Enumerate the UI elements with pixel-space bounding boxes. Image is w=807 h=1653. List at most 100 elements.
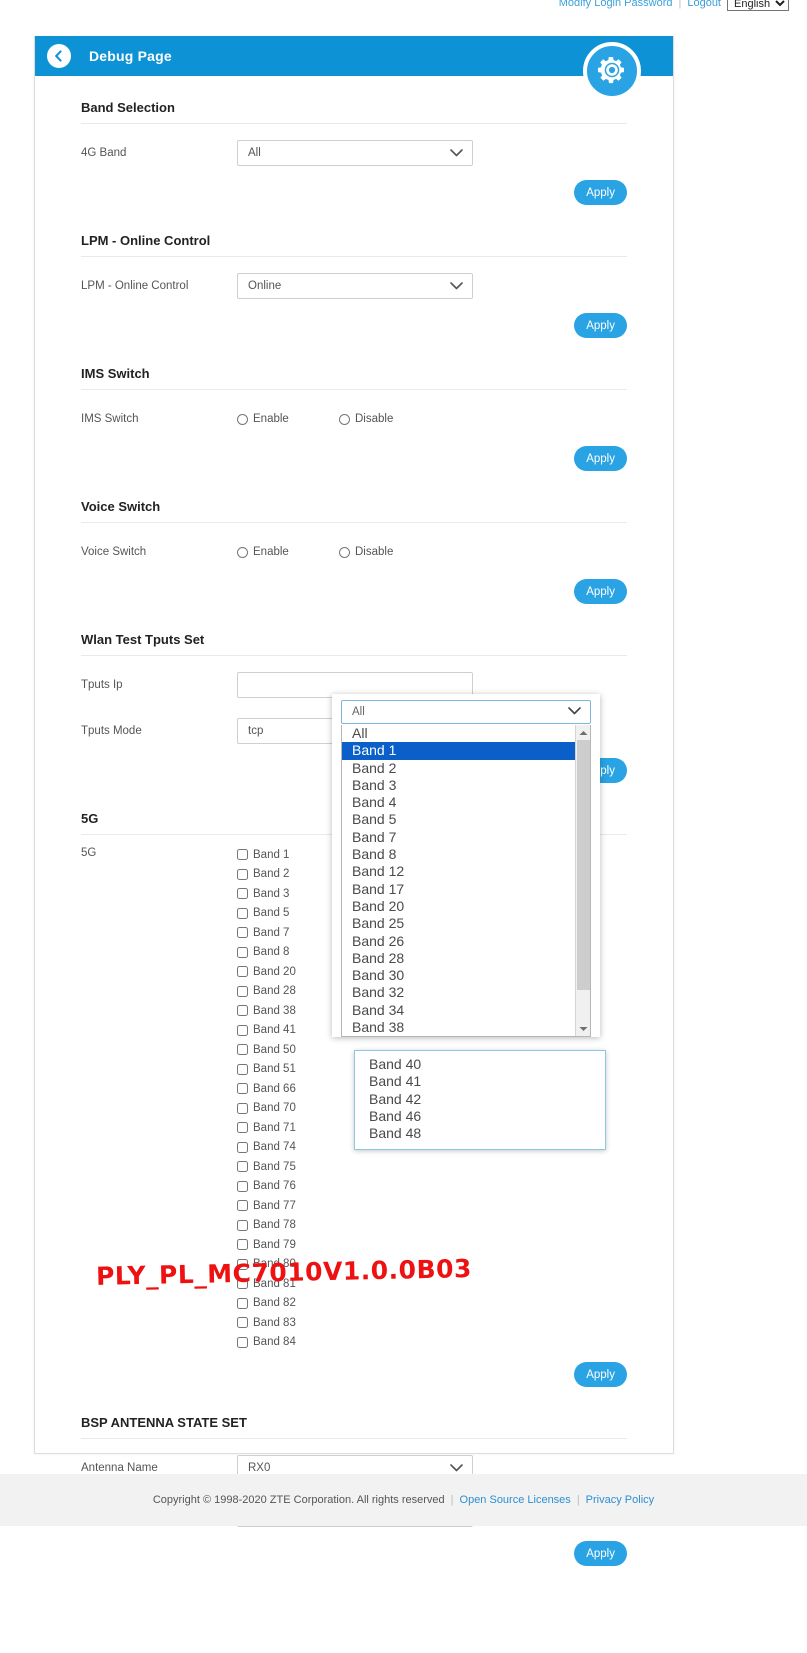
band-checkbox-item[interactable]: Band 78 [237,1216,296,1236]
logout-link[interactable]: Logout [687,0,721,9]
band-checkbox-item[interactable]: Band 74 [237,1138,296,1158]
secondary-dropdown-popup[interactable]: Band 40 Band 41 Band 42 Band 46 Band 48 [354,1050,606,1150]
dropdown-scrollbar[interactable] [575,725,590,1036]
apply-button-band-selection[interactable]: Apply [574,180,627,205]
secondary-dropdown-option[interactable]: Band 46 [355,1108,605,1125]
band-checkbox-item[interactable]: Band 20 [237,962,296,982]
dropdown-option[interactable]: Band 39 [342,1036,590,1037]
language-select[interactable]: English [727,0,789,11]
band-checkbox-item[interactable]: Band 71 [237,1118,296,1138]
dropdown-option[interactable]: Band 20 [342,898,590,915]
radio-ims-disable[interactable]: Disable [339,413,441,425]
dropdown-option[interactable]: All [342,725,590,742]
open-dropdown-popup[interactable]: All All Band 1 Band 2 Band 3 Band 4 Band 5 Ban… [332,694,600,1037]
band-checkbox-item[interactable]: Band 41 [237,1021,296,1041]
secondary-dropdown-option[interactable]: Band 41 [355,1073,605,1090]
radio-input-ims-enable[interactable] [237,413,248,425]
band-checkbox-input[interactable] [237,1297,248,1309]
band-checkbox-input[interactable] [237,1063,248,1075]
dropdown-option[interactable]: Band 34 [342,1002,590,1019]
band-checkbox-item[interactable]: Band 75 [237,1157,296,1177]
dropdown-option[interactable]: Band 30 [342,967,590,984]
dropdown-option[interactable]: Band 28 [342,950,590,967]
band-checkbox-input[interactable] [237,1336,248,1348]
apply-button-voice-switch[interactable]: Apply [574,579,627,604]
radio-ims-enable[interactable]: Enable [237,413,339,425]
apply-button-bsp-antenna[interactable]: Apply [574,1541,627,1566]
band-checkbox-input[interactable] [237,1102,248,1114]
band-checkbox-input[interactable] [237,868,248,880]
band-checkbox-input[interactable] [237,1239,248,1251]
dropdown-option[interactable]: Band 17 [342,881,590,898]
band-checkbox-input[interactable] [237,1122,248,1134]
dropdown-option[interactable]: Band 4 [342,794,590,811]
band-checkbox-item[interactable]: Band 50 [237,1040,296,1060]
band-checkbox-input[interactable] [237,907,248,919]
scroll-up-arrow-icon[interactable] [576,725,590,740]
open-source-licenses-link[interactable]: Open Source Licenses [460,1494,571,1506]
dropdown-option[interactable]: Band 7 [342,829,590,846]
privacy-policy-link[interactable]: Privacy Policy [586,1494,654,1506]
apply-button-ims-switch[interactable]: Apply [574,446,627,471]
dropdown-option[interactable]: Band 5 [342,811,590,828]
radio-input-voice-enable[interactable] [237,546,248,558]
band-checkbox-item[interactable]: Band 76 [237,1177,296,1197]
band-checkbox-input[interactable] [237,927,248,939]
band-checkbox-item[interactable]: Band 1 [237,845,296,865]
select-4g-band[interactable]: All [237,140,473,166]
dropdown-option[interactable]: Band 3 [342,777,590,794]
scrollbar-thumb[interactable] [577,740,590,990]
radio-voice-enable[interactable]: Enable [237,546,339,558]
radio-input-voice-disable[interactable] [339,546,350,558]
apply-button-lpm-online-control[interactable]: Apply [574,313,627,338]
band-checkbox-input[interactable] [237,1317,248,1329]
dropdown-option[interactable]: Band 12 [342,863,590,880]
band-checkbox-input[interactable] [237,1141,248,1153]
band-checkbox-item[interactable]: Band 28 [237,982,296,1002]
band-checkbox-item[interactable]: Band 3 [237,884,296,904]
band-checkbox-item[interactable]: Band 84 [237,1333,296,1353]
band-checkbox-item[interactable]: Band 83 [237,1313,296,1333]
band-checkbox-input[interactable] [237,966,248,978]
band-checkbox-input[interactable] [237,1083,248,1095]
band-checkbox-input[interactable] [237,1005,248,1017]
band-checkbox-input[interactable] [237,1180,248,1192]
band-checkbox-input[interactable] [237,888,248,900]
secondary-dropdown-option[interactable]: Band 48 [355,1125,605,1142]
radio-voice-disable[interactable]: Disable [339,546,441,558]
dropdown-option[interactable]: Band 25 [342,915,590,932]
apply-button-5g[interactable]: Apply [574,1362,627,1387]
band-checkbox-item[interactable]: Band 7 [237,923,296,943]
dropdown-option[interactable]: Band 26 [342,933,590,950]
band-checkbox-item[interactable]: Band 2 [237,865,296,885]
scroll-down-arrow-icon[interactable] [576,1021,590,1036]
band-checkbox-input[interactable] [237,946,248,958]
modify-login-password-link[interactable]: Modify Login Password [559,0,673,9]
band-checkbox-input[interactable] [237,1219,248,1231]
band-checkbox-item[interactable]: Band 70 [237,1099,296,1119]
back-button[interactable] [47,44,71,68]
band-checkbox-input[interactable] [237,985,248,997]
band-checkbox-input[interactable] [237,1161,248,1173]
band-checkbox-item[interactable]: Band 79 [237,1235,296,1255]
dropdown-closed-display[interactable]: All [341,700,591,724]
secondary-dropdown-option[interactable]: Band 42 [355,1091,605,1108]
dropdown-option[interactable]: Band 2 [342,760,590,777]
band-checkbox-input[interactable] [237,1200,248,1212]
band-checkbox-input[interactable] [237,1024,248,1036]
dropdown-option-list[interactable]: All Band 1 Band 2 Band 3 Band 4 Band 5 Band 7B… [341,725,591,1037]
band-checkbox-item[interactable]: Band 51 [237,1060,296,1080]
band-checkbox-item[interactable]: Band 77 [237,1196,296,1216]
dropdown-option[interactable]: Band 8 [342,846,590,863]
secondary-dropdown-option[interactable]: Band 40 [355,1056,605,1073]
radio-input-ims-disable[interactable] [339,413,350,425]
band-checkbox-item[interactable]: Band 8 [237,943,296,963]
band-checkbox-item[interactable]: Band 38 [237,1001,296,1021]
band-checkbox-input[interactable] [237,1044,248,1056]
band-checkbox-item[interactable]: Band 82 [237,1294,296,1314]
band-checkbox-item[interactable]: Band 66 [237,1079,296,1099]
band-checkbox-input[interactable] [237,849,248,861]
dropdown-option[interactable]: Band 32 [342,984,590,1001]
dropdown-option[interactable]: Band 38 [342,1019,590,1036]
select-lpm-online-control[interactable]: Online [237,273,473,299]
